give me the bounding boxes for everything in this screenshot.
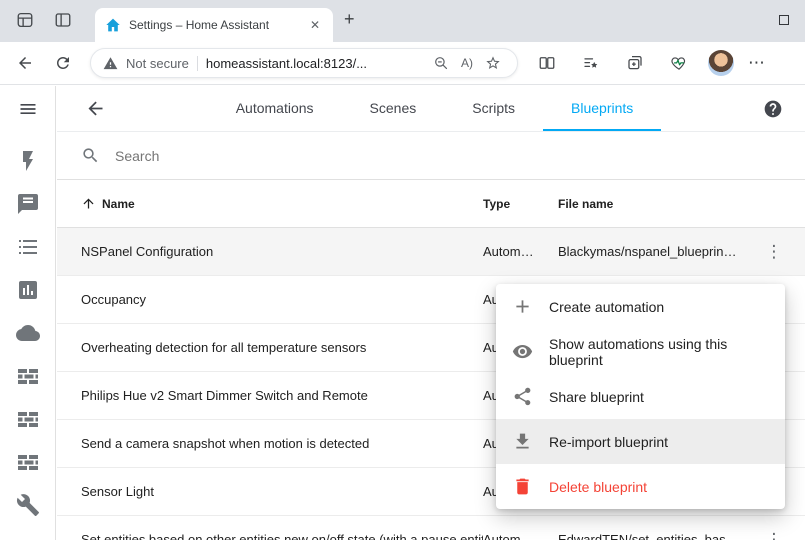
read-aloud-icon[interactable]: A) [457,56,477,70]
tab-automations[interactable]: Automations [208,86,342,131]
menu-item-delete-blueprint[interactable]: Delete blueprint [496,464,785,509]
menu-item-label: Share blueprint [549,389,644,405]
eye-icon [512,341,533,362]
sort-ascending-icon [81,196,96,211]
column-header-file[interactable]: File name [558,197,753,211]
wrench-icon[interactable] [16,493,40,517]
ha-back-icon[interactable] [85,98,106,119]
menu-item-label: Delete blueprint [549,479,647,495]
menu-item-label: Re-import blueprint [549,434,668,450]
browser-toolbar: Not secure homeassistant.local:8123/... … [0,42,805,85]
chat-icon[interactable] [16,192,40,216]
row-name: Philips Hue v2 Smart Dimmer Switch and R… [81,388,483,403]
search-input[interactable] [115,148,781,164]
tab-scenes[interactable]: Scenes [342,86,445,131]
bar-chart-icon[interactable] [16,278,40,302]
table-row[interactable]: Set entities based on other entities new… [57,516,805,540]
search-row [57,132,805,180]
row-name: Occupancy [81,292,483,307]
browser-titlebar: Settings – Home Assistant ✕ + [0,0,805,42]
not-secure-warning-icon [103,56,118,71]
browser-window: Settings – Home Assistant ✕ + Not secure… [0,0,805,540]
row-overflow-icon[interactable]: ⋮ [760,529,789,540]
lightning-bolt-icon[interactable] [16,149,40,173]
tab-close-icon[interactable]: ✕ [305,17,325,33]
plus-icon [512,296,533,317]
new-tab-button[interactable]: + [344,9,355,30]
tab-scripts[interactable]: Scripts [444,86,543,131]
row-name: NSPanel Configuration [81,244,483,259]
menu-item-share-blueprint[interactable]: Share blueprint [496,374,785,419]
address-bar[interactable]: Not secure homeassistant.local:8123/... … [90,48,518,78]
zoom-out-icon[interactable] [429,51,453,75]
workspaces-icon[interactable] [16,11,34,29]
row-name: Send a camera snapshot when motion is de… [81,436,483,451]
tab-title: Settings – Home Assistant [129,18,297,32]
browser-tab[interactable]: Settings – Home Assistant ✕ [95,8,333,42]
help-icon[interactable] [763,99,783,119]
bricks-icon[interactable] [16,450,40,474]
table-header: Name Type File name [57,180,805,228]
vertical-tabs-icon[interactable] [54,11,72,29]
row-name: Set entities based on other entities new… [81,532,483,540]
split-screen-icon[interactable] [532,48,562,78]
menu-item-label: Show automations using this blueprint [549,336,769,368]
hamburger-menu-icon[interactable] [18,86,38,132]
row-file: EdwardTEN/set_entities_bas… [558,532,753,540]
ha-tab-bar: Automations Scenes Scripts Blueprints [106,86,763,131]
search-icon [81,146,100,165]
bricks-icon[interactable] [16,364,40,388]
tab-blueprints[interactable]: Blueprints [543,86,661,131]
favorite-star-icon[interactable] [481,51,505,75]
url-text: homeassistant.local:8123/... [206,56,421,71]
favorites-hub-icon[interactable] [576,48,606,78]
cloud-icon[interactable] [16,321,40,345]
trash-icon [512,476,533,497]
maximize-icon[interactable] [779,15,789,25]
menu-item-create-automation[interactable]: Create automation [496,284,785,329]
blueprint-context-menu: Create automation Show automations using… [496,284,785,509]
more-menu-icon[interactable]: ⋯ [748,53,765,73]
security-status-label: Not secure [126,56,189,71]
download-icon [512,431,533,452]
row-type: Autom… [483,532,558,540]
menu-item-show-automations[interactable]: Show automations using this blueprint [496,329,785,374]
browser-essentials-icon[interactable] [664,48,694,78]
share-icon [512,386,533,407]
collections-icon[interactable] [620,48,650,78]
home-assistant-favicon-icon [105,17,121,33]
ha-header: Automations Scenes Scripts Blueprints [57,86,805,132]
column-header-name: Name [102,197,135,211]
list-icon[interactable] [16,235,40,259]
column-header-type[interactable]: Type [483,197,558,211]
sort-by-name[interactable]: Name [81,196,483,211]
back-icon[interactable] [10,48,40,78]
row-type: Autom… [483,244,558,259]
ha-sidebar [0,86,56,540]
profile-avatar[interactable] [708,50,734,76]
row-name: Sensor Light [81,484,483,499]
bricks-icon[interactable] [16,407,40,431]
refresh-icon[interactable] [48,48,78,78]
address-divider [197,56,198,71]
menu-item-label: Create automation [549,299,664,315]
row-file: Blackymas/nspanel_blueprin… [558,244,753,259]
table-row[interactable]: NSPanel Configuration Autom… Blackymas/n… [57,228,805,276]
row-name: Overheating detection for all temperatur… [81,340,483,355]
row-overflow-icon[interactable]: ⋮ [760,241,789,262]
menu-item-reimport-blueprint[interactable]: Re-import blueprint [496,419,785,464]
